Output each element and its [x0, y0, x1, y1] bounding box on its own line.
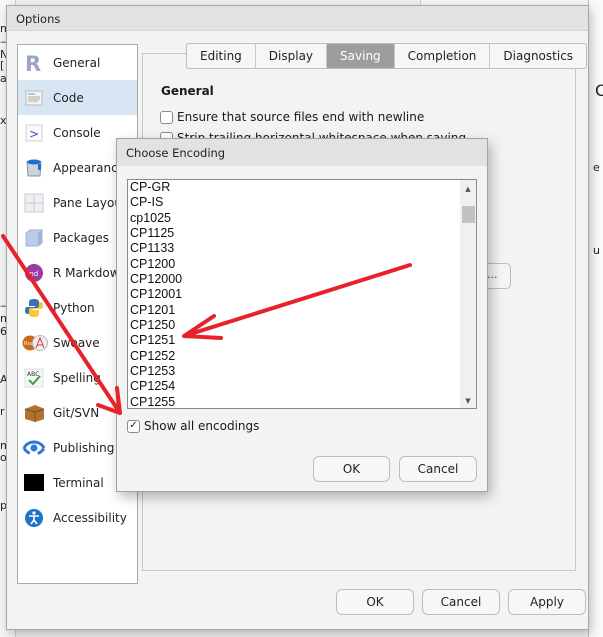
background-text-fragment: C: [595, 81, 603, 100]
encoding-option[interactable]: CP1252: [128, 349, 476, 364]
encoding-listbox[interactable]: CP-GR CP-IS cp1025 CP1125 CP1133 CP1200 CP1200…: [127, 179, 477, 409]
encoding-option[interactable]: CP-GR: [128, 180, 476, 195]
tab-saving[interactable]: Saving: [327, 44, 395, 68]
encoding-option[interactable]: CP12001: [128, 287, 476, 302]
encoding-cancel-button[interactable]: Cancel: [399, 456, 477, 482]
sidebar-item-label: Console: [53, 125, 101, 140]
package-box-icon: [24, 228, 44, 248]
sidebar-item-label: Git/SVN: [53, 405, 100, 420]
encoding-dialog-title: Choose Encoding: [117, 139, 487, 166]
accessibility-icon: [24, 508, 44, 528]
encoding-option[interactable]: CP1255: [128, 395, 476, 408]
ensure-newline-checkbox-row[interactable]: Ensure that source files end with newlin…: [160, 110, 424, 124]
encoding-option[interactable]: CP1201: [128, 303, 476, 318]
svg-text:ABC: ABC: [27, 371, 39, 378]
sidebar-item-label: Terminal: [53, 475, 104, 490]
tab-display[interactable]: Display: [256, 44, 328, 68]
scroll-down-arrow-icon[interactable]: ▼: [460, 394, 476, 408]
sidebar-item-label: Publishing: [53, 440, 115, 455]
svg-text:R: R: [25, 53, 41, 73]
choose-encoding-dialog: Choose Encoding CP-GR CP-IS cp1025 CP1125 CP…: [116, 138, 488, 492]
tab-bar: Editing Display Saving Completion Diagno…: [186, 43, 588, 69]
svg-text:>: >: [29, 127, 39, 141]
spelling-check-icon: ABC: [24, 368, 44, 388]
encoding-option[interactable]: CP1254: [128, 379, 476, 394]
encoding-option[interactable]: cp1025: [128, 211, 476, 226]
scroll-thumb[interactable]: [462, 206, 475, 223]
publishing-icon: [22, 438, 46, 458]
background-text-fragment: [: [0, 59, 5, 72]
encoding-scrollbar[interactable]: ▲ ▼: [460, 180, 476, 408]
scroll-up-arrow-icon[interactable]: ▲: [460, 182, 476, 196]
background-text-fragment: r: [0, 405, 5, 418]
pane-layout-icon: [24, 193, 44, 213]
checkbox-label: Ensure that source files end with newlin…: [177, 110, 425, 124]
show-all-encodings-checkbox[interactable]: ✓: [127, 419, 140, 433]
sidebar-item-label: General: [53, 55, 101, 70]
background-text-fragment: u: [593, 244, 600, 257]
encoding-option[interactable]: CP1251: [128, 333, 476, 348]
options-apply-button[interactable]: Apply: [508, 589, 586, 615]
tab-completion[interactable]: Completion: [395, 44, 491, 68]
encoding-ok-button[interactable]: OK: [313, 456, 390, 482]
ensure-newline-checkbox[interactable]: [160, 110, 173, 124]
background-text-fragment: e: [593, 161, 600, 174]
options-cancel-button[interactable]: Cancel: [422, 589, 500, 615]
sidebar-item-code[interactable]: Code: [18, 80, 137, 115]
console-prompt-icon: >: [24, 123, 44, 143]
rmarkdown-icon: md: [24, 263, 44, 283]
sidebar-item-label: Code: [53, 90, 84, 105]
paint-bucket-icon: [24, 158, 44, 178]
tab-editing[interactable]: Editing: [187, 44, 256, 68]
python-icon: [24, 298, 44, 318]
sidebar-item-general[interactable]: R General: [18, 45, 137, 80]
tab-diagnostics[interactable]: Diagnostics: [490, 44, 586, 68]
sweave-icon: Rnw: [22, 333, 48, 353]
code-document-icon: [24, 88, 44, 108]
options-ok-button[interactable]: OK: [336, 589, 414, 615]
encoding-option[interactable]: CP1133: [128, 241, 476, 256]
options-title: Options: [7, 6, 588, 31]
encoding-option[interactable]: CP-IS: [128, 195, 476, 210]
encoding-option[interactable]: CP1125: [128, 226, 476, 241]
show-all-encodings-row[interactable]: ✓ Show all encodings: [127, 419, 259, 433]
sidebar-item-label: Spelling: [53, 370, 101, 385]
sidebar-item-label: Sweave: [53, 335, 100, 350]
sidebar-item-label: Packages: [53, 230, 109, 245]
encoding-option[interactable]: CP1200: [128, 257, 476, 272]
encoding-option[interactable]: CP1253: [128, 364, 476, 379]
encoding-option[interactable]: CP12000: [128, 272, 476, 287]
svg-text:md: md: [27, 270, 38, 278]
sidebar-item-label: Appearance: [53, 160, 126, 175]
sidebar-item-accessibility[interactable]: Accessibility: [18, 500, 137, 535]
encoding-option[interactable]: CP1250: [128, 318, 476, 333]
terminal-icon: [24, 473, 44, 493]
r-logo-icon: R: [24, 53, 44, 73]
section-title-general: General: [161, 84, 214, 98]
sidebar-item-label: Python: [53, 300, 95, 315]
sidebar-item-label: Accessibility: [53, 510, 127, 525]
git-box-icon: [24, 403, 44, 423]
show-all-encodings-label: Show all encodings: [144, 419, 260, 433]
